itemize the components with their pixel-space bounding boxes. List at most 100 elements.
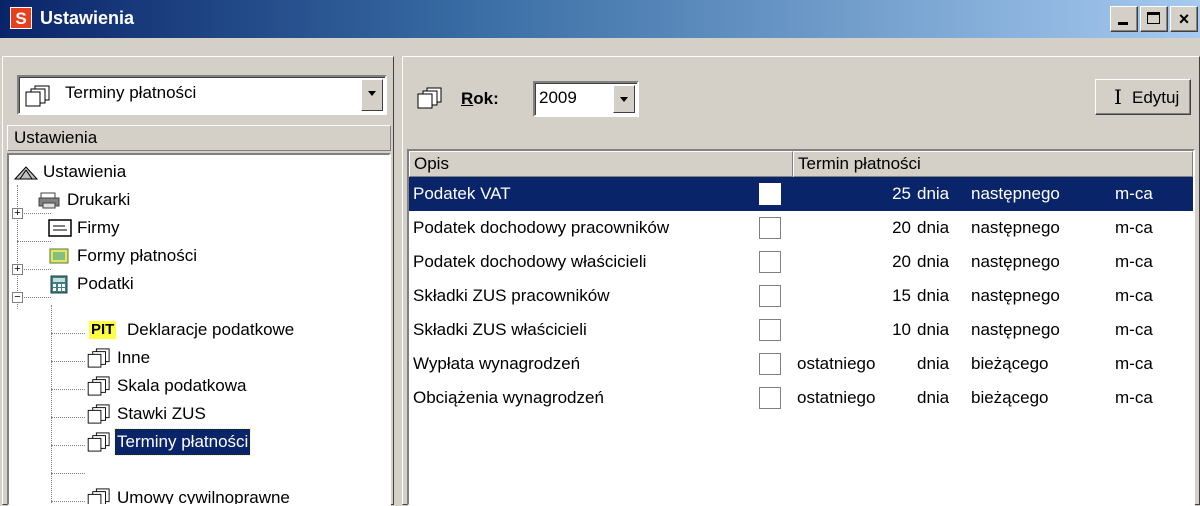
tree-header: Ustawienia [7, 125, 391, 151]
payment-terms-panel: Rok: 2009 I Edytuj Opis Termin płatności… [402, 56, 1200, 506]
row-description: Podatek dochodowy pracowników [413, 218, 670, 237]
payment-forms-icon [49, 248, 69, 264]
tree-item-label: Inne [117, 348, 151, 367]
documents-icon [87, 432, 110, 452]
tree-line [51, 501, 85, 502]
row-suffix: m-ca [1115, 388, 1153, 407]
row-unit: dnia [917, 218, 950, 237]
year-select[interactable]: 2009 [533, 81, 639, 117]
table-row[interactable]: Obciążenia wynagrodzeń ostatniego dnia bież… [409, 381, 1193, 415]
tree-item-label: Deklaracje podatkowe [127, 320, 295, 339]
row-suffix: m-ca [1115, 218, 1153, 237]
tree-item-label: Ustawienia [43, 162, 127, 181]
year-label-text: ok: [473, 89, 499, 108]
tree-item-label: Podatki [77, 274, 134, 293]
row-day: 20 [892, 218, 911, 237]
row-checkbox[interactable] [759, 251, 781, 273]
tree-item-label: Formy płatności [77, 246, 197, 265]
tree-item-label: Umowy cywilnoprawne [117, 488, 290, 506]
table-row[interactable]: Wypłata wynagrodzeń ostatniego dnia bieżące… [409, 347, 1193, 381]
documents-icon [417, 87, 442, 109]
row-unit: dnia [917, 252, 950, 271]
title-bar[interactable]: S Ustawienia × [0, 0, 1200, 38]
expand-formy-button[interactable]: + [12, 264, 23, 275]
row-month: następnego [971, 286, 1060, 305]
row-suffix: m-ca [1115, 184, 1153, 203]
row-suffix: m-ca [1115, 354, 1153, 373]
tree-line [51, 473, 85, 474]
row-month: bieżącego [971, 388, 1049, 407]
row-description: Składki ZUS pracowników [413, 286, 610, 305]
table-row[interactable]: Podatek dochodowy właścicieli 20 dnia nastę… [409, 245, 1193, 279]
row-unit: dnia [917, 184, 950, 203]
app-icon[interactable]: S [10, 7, 32, 29]
edit-button[interactable]: I Edytuj [1095, 79, 1191, 115]
row-unit: dnia [917, 388, 950, 407]
row-checkbox[interactable] [759, 183, 781, 205]
calculator-icon [50, 275, 68, 294]
tree-item-label: Drukarki [67, 190, 131, 209]
minimize-button[interactable] [1110, 6, 1138, 32]
maximize-button[interactable] [1140, 6, 1168, 32]
category-combo-value: Terminy płatności [65, 83, 197, 102]
row-description: Podatek dochodowy właścicieli [413, 252, 647, 271]
tree-line [51, 417, 85, 418]
table-row[interactable]: Składki ZUS pracowników 15 dnia następnego m… [409, 279, 1193, 313]
row-unit: dnia [917, 354, 950, 373]
row-day: 25 [892, 184, 911, 203]
company-card-icon [48, 219, 72, 237]
year-label-accel: R [461, 89, 474, 108]
column-header-termin[interactable]: Termin płatności [793, 151, 1193, 177]
row-unit: dnia [917, 320, 950, 339]
collapse-podatki-button[interactable]: − [12, 292, 23, 303]
table-row[interactable]: Składki ZUS właścicieli 10 dnia następnego m… [409, 313, 1193, 347]
minimize-icon [1111, 7, 1137, 31]
documents-icon [25, 85, 50, 107]
category-combo[interactable]: Terminy płatności [17, 75, 387, 115]
tree-line [51, 445, 85, 446]
row-description: Składki ZUS właścicieli [413, 320, 587, 339]
edit-button-label: Edytuj [1132, 88, 1180, 107]
row-checkbox[interactable] [759, 217, 781, 239]
expand-drukarki-button[interactable]: + [12, 208, 23, 219]
documents-icon [87, 488, 110, 504]
printer-icon [38, 192, 60, 209]
chevron-down-icon[interactable] [361, 79, 383, 111]
settings-tree[interactable]: + + − Ustawienia Drukarki Firmy Formy pł… [7, 153, 391, 506]
tree-line [51, 333, 85, 334]
tree-line [51, 361, 85, 362]
table-row[interactable]: Podatek VAT 25 dnia następnego m-ca [409, 177, 1193, 211]
documents-icon [87, 376, 110, 396]
close-icon: × [1178, 9, 1190, 29]
tree-line [51, 305, 52, 504]
row-day: 15 [892, 286, 911, 305]
row-checkbox[interactable] [759, 387, 781, 409]
row-suffix: m-ca [1115, 286, 1153, 305]
pit-icon: PIT [89, 321, 117, 339]
documents-icon [87, 348, 110, 368]
settings-tree-panel: Terminy płatności Ustawienia + + − Ustaw… [2, 56, 394, 506]
chevron-down-icon[interactable] [613, 85, 635, 113]
row-description: Wypłata wynagrodzeń [413, 354, 581, 373]
row-description: Obciążenia wynagrodzeń [413, 388, 604, 407]
payment-terms-table[interactable]: Opis Termin płatności Podatek VAT 25 dnia n… [407, 149, 1195, 506]
row-month: następnego [971, 218, 1060, 237]
close-button[interactable]: × [1170, 6, 1198, 32]
row-day: 10 [892, 320, 911, 339]
settings-root-icon [13, 166, 39, 180]
year-select-value: 2009 [539, 88, 577, 107]
tree-item-label: Stawki ZUS [117, 404, 206, 423]
row-suffix: m-ca [1115, 320, 1153, 339]
row-month: bieżącego [971, 354, 1049, 373]
table-row[interactable]: Podatek dochodowy pracowników 20 dnia nastę… [409, 211, 1193, 245]
column-header-opis[interactable]: Opis [409, 151, 793, 177]
maximize-icon [1141, 7, 1167, 31]
window-title: Ustawienia [40, 8, 135, 28]
tree-line [51, 389, 85, 390]
text-cursor-icon: I [1114, 85, 1122, 109]
row-checkbox[interactable] [759, 353, 781, 375]
row-checkbox[interactable] [759, 285, 781, 307]
year-label: Rok: [461, 89, 499, 109]
row-checkbox[interactable] [759, 319, 781, 341]
row-month: następnego [971, 320, 1060, 339]
